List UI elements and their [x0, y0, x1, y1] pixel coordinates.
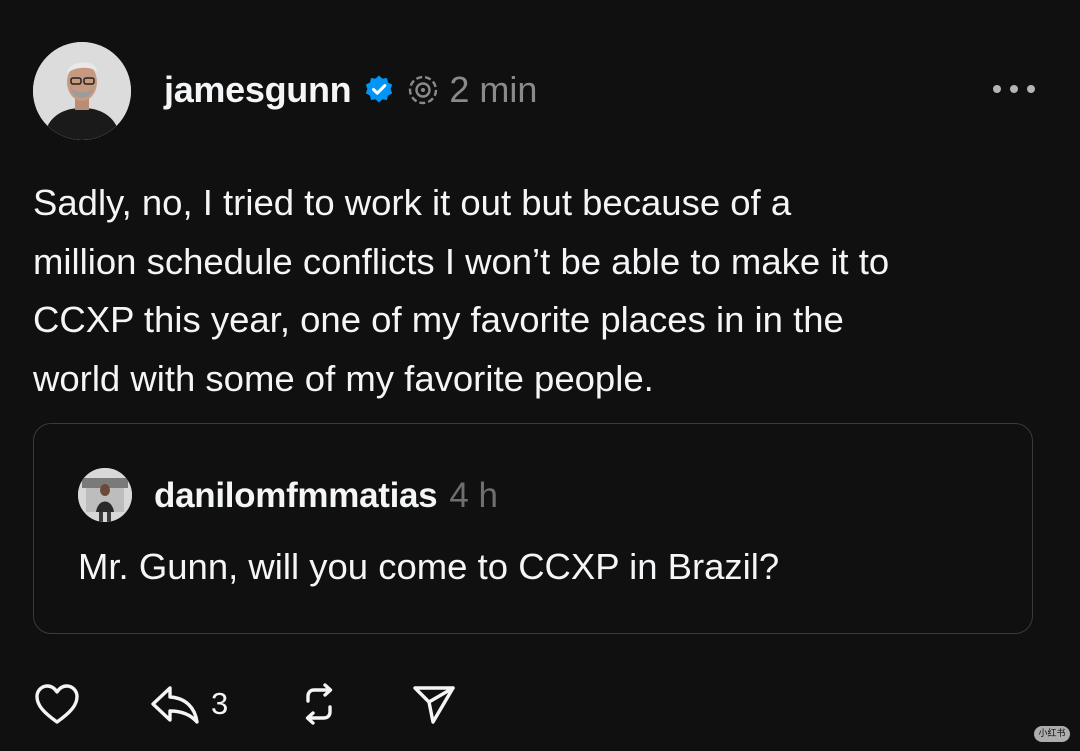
- post: jamesgunn 2 min Sadly, no, I tried to wo…: [0, 0, 1080, 751]
- share-button[interactable]: [411, 680, 457, 728]
- post-body-text: Sadly, no, I tried to work it out but be…: [33, 182, 890, 399]
- quoted-post-timestamp: 4 h: [449, 476, 499, 515]
- reply-count: 3: [211, 686, 229, 721]
- repost-icon: [305, 683, 333, 725]
- reply-button[interactable]: 3: [149, 680, 228, 728]
- quoted-post-card[interactable]: danilomfmmatias 4 h Mr. Gunn, will you c…: [33, 423, 1033, 634]
- ai-info-icon[interactable]: [407, 74, 439, 106]
- like-button[interactable]: [33, 680, 81, 728]
- verified-badge-icon: [363, 74, 395, 106]
- quoted-post-header: danilomfmmatias 4 h: [154, 474, 498, 518]
- quoted-author-avatar[interactable]: [78, 468, 132, 522]
- ellipsis-icon: [993, 85, 1035, 93]
- more-options-button[interactable]: [988, 76, 1040, 102]
- avatar-image: [33, 42, 131, 140]
- watermark-logo: 小红书: [1034, 726, 1070, 742]
- send-icon: [413, 686, 455, 724]
- quoted-author-username[interactable]: danilomfmmatias: [154, 476, 438, 516]
- author-avatar[interactable]: [33, 42, 131, 140]
- post-header: jamesgunn 2 min: [164, 66, 537, 114]
- post-timestamp: 2 min: [449, 69, 538, 110]
- heart-icon: [35, 684, 79, 724]
- quoted-avatar-image: [78, 468, 132, 522]
- quoted-post-text: Mr. Gunn, will you come to CCXP in Brazi…: [78, 546, 780, 587]
- repost-button[interactable]: [297, 680, 341, 728]
- author-username[interactable]: jamesgunn: [164, 69, 352, 111]
- reply-arrow-icon: [151, 686, 199, 724]
